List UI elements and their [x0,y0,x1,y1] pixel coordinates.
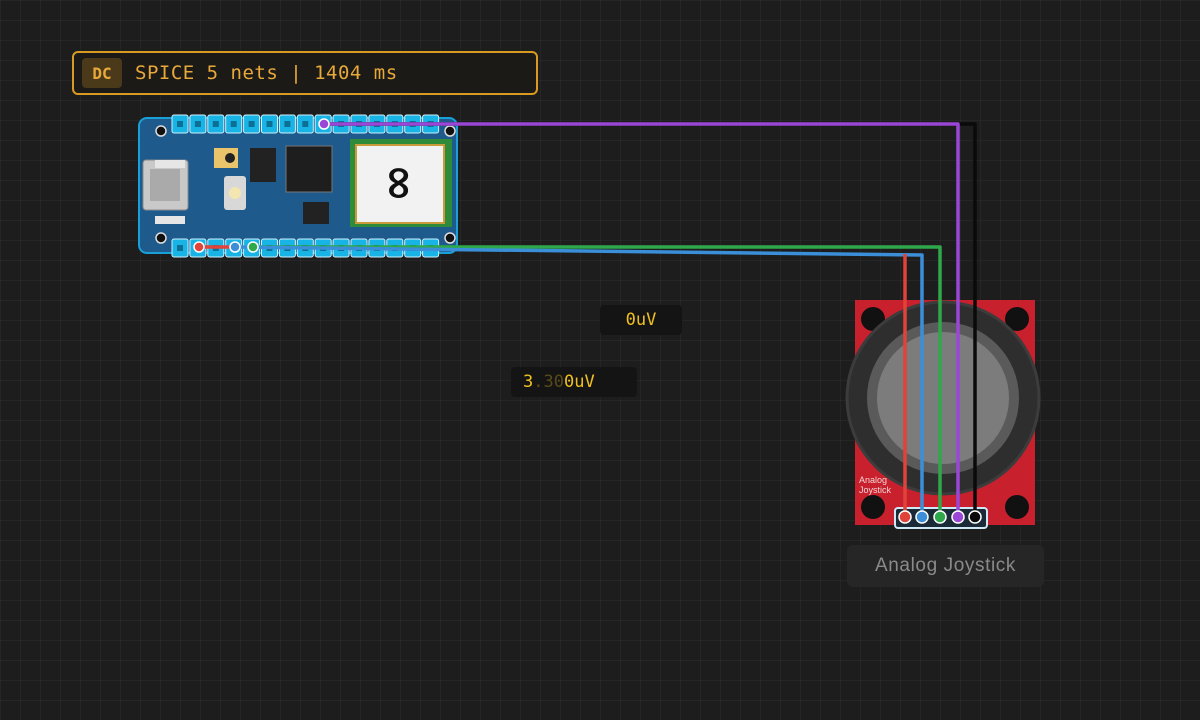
analysis-mode-badge[interactable]: DC [82,58,122,88]
voltage-probe-readout[interactable]: 3.30 0uV [511,367,637,397]
simulation-status-badge[interactable]: DC SPICE 5 nets | 1404 ms [72,51,538,95]
probe-value-main: 3 [523,372,534,392]
probe-value-tail: 0uV [563,372,595,392]
circuit-canvas[interactable]: ∞ Analog Joystick [0,0,1200,720]
probe-value: 0uV [625,310,657,330]
header-pin-hole [284,121,291,127]
header-pin-hole [230,121,237,127]
header-pin-hole [302,121,309,127]
header-pin-hole [194,121,201,127]
header-pin-hole [266,121,273,127]
component-label-joystick[interactable]: Analog Joystick [847,545,1044,587]
joystick-silkscreen: Analog [859,475,887,485]
probe-value-ghost: .30 [533,372,564,392]
header-pin-hole [177,121,183,127]
header-pin-hole [177,245,183,251]
arduino-logo: ∞ [374,164,428,202]
joystick-module[interactable]: Analog Joystick [845,300,1041,529]
voltage-probe-readout[interactable]: 0uV [600,305,682,335]
simulation-status-text: SPICE 5 nets | 1404 ms [135,62,398,84]
header-pin-hole [248,121,255,127]
header-pin-hole [212,121,219,127]
arduino-board[interactable]: ∞ [138,114,458,258]
joystick-silkscreen: Joystick [859,485,892,495]
